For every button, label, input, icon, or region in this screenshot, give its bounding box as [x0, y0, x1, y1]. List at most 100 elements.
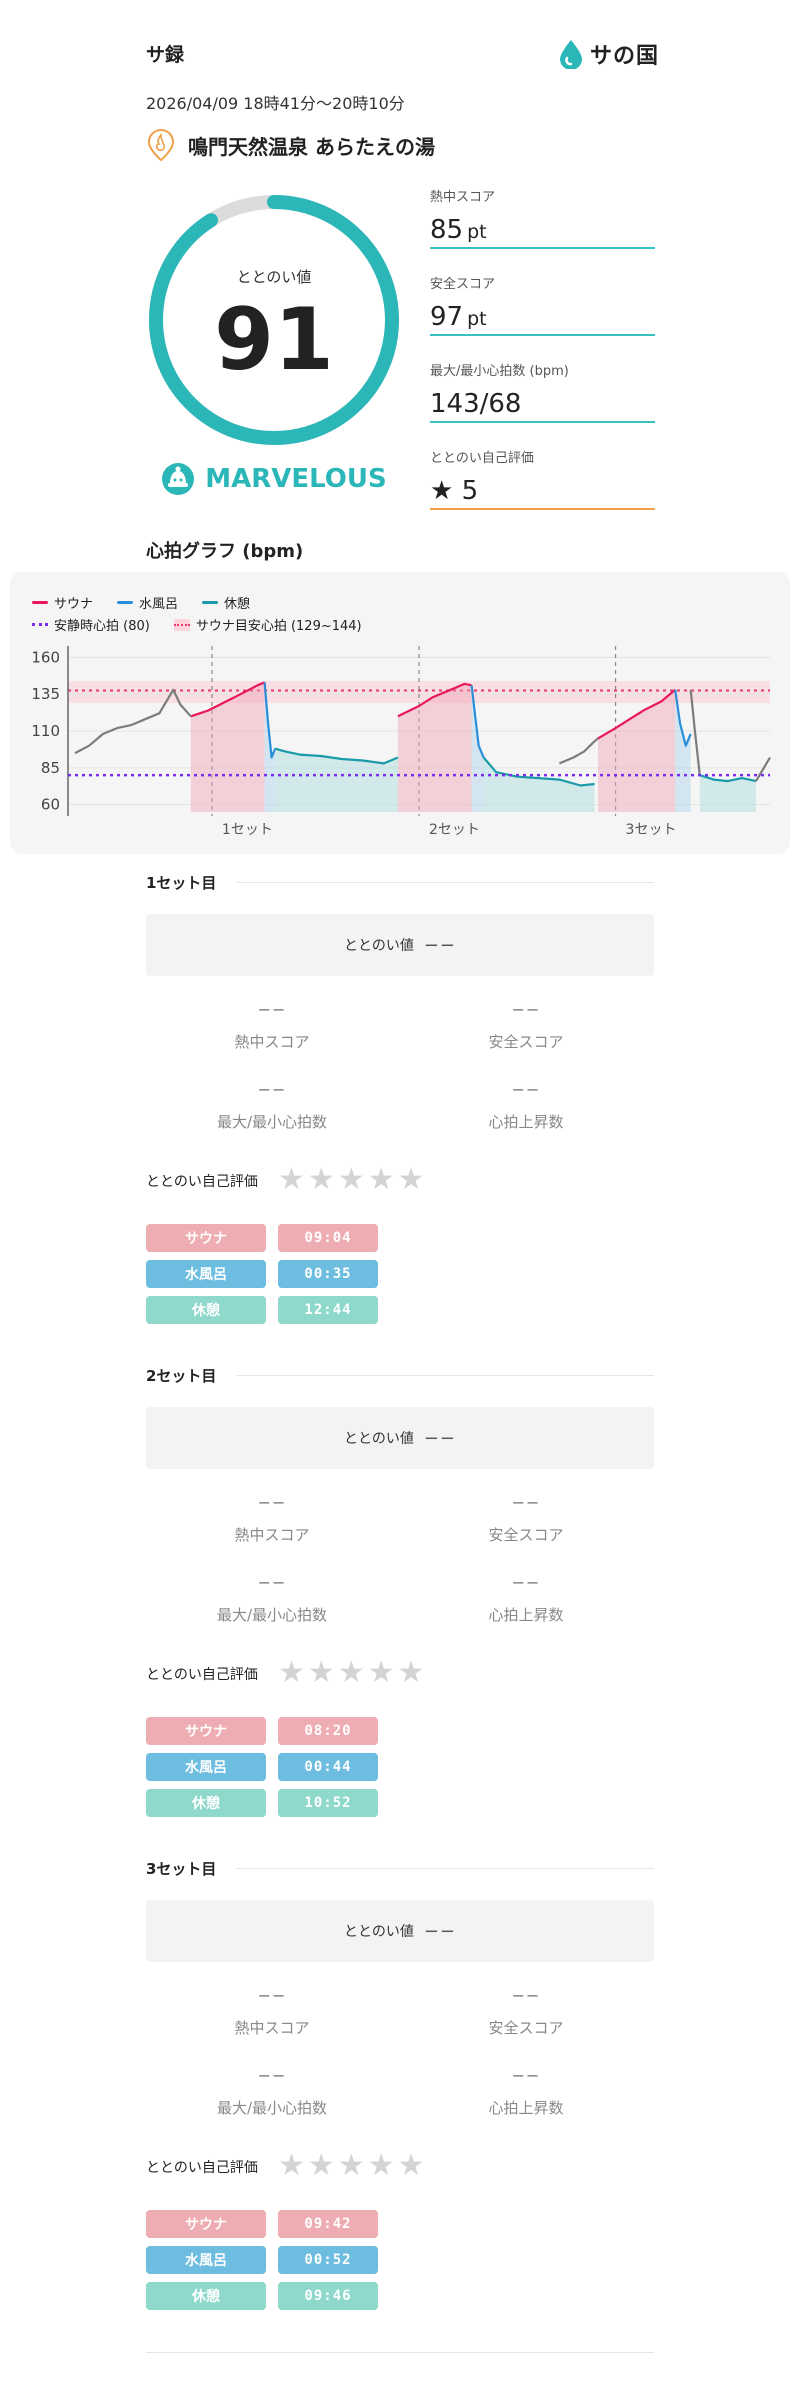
- stat-label: 熱中スコア: [234, 2019, 310, 2037]
- rating-star-icon[interactable]: ★: [338, 1165, 365, 1195]
- stat-label: 安全スコア: [488, 1033, 564, 1051]
- series-area: [397, 683, 472, 812]
- totonoi-label: ととのい値: [343, 1924, 414, 1940]
- phase-label-pill: 水風呂: [146, 2246, 266, 2274]
- score-label: 熱中スコア: [430, 190, 496, 205]
- rating-star-icon[interactable]: ★: [278, 2151, 305, 2181]
- star-icon: ★: [430, 476, 454, 506]
- legend-target-hr: サウナ目安心拍 (129~144): [173, 615, 362, 634]
- gauge-value: 91: [214, 290, 334, 390]
- set-title: 3セット目: [146, 1860, 217, 1878]
- stat-label: 心拍上昇数: [488, 1606, 564, 1624]
- set-totonoi-box: ととのい値 −−: [146, 1407, 654, 1469]
- score-safety: 安全スコア 97 pt: [430, 273, 655, 336]
- divider: [146, 2352, 654, 2353]
- rating-star-icon[interactable]: ★: [398, 2151, 425, 2181]
- stat-label: 心拍上昇数: [488, 1113, 564, 1131]
- legend-sauna: サウナ: [32, 593, 93, 612]
- set-title: 1セット目: [146, 874, 217, 892]
- self-eval-label: ととのい自己評価: [146, 1667, 258, 1683]
- divider: [236, 882, 654, 883]
- stat-value: −−: [511, 1573, 541, 1592]
- facility[interactable]: 鳴門天然温泉 あらたえの湯: [146, 128, 435, 162]
- rating-star-icon[interactable]: ★: [278, 1165, 305, 1195]
- stat-label: 熱中スコア: [234, 1033, 310, 1051]
- heart-rate-chart: 160 135 110 85 60 1セット 2セット 3セット: [31, 646, 771, 836]
- phase-time-pill: 00:52: [278, 2246, 378, 2274]
- set-title: 2セット目: [146, 1367, 217, 1385]
- rating-star-icon[interactable]: ★: [398, 1165, 425, 1195]
- sauna-hat-icon: [162, 463, 195, 495]
- stat-hr-rise: −− 心拍上昇数: [436, 1080, 616, 1132]
- self-eval-stars[interactable]: ★ ★ ★ ★ ★: [278, 1658, 425, 1688]
- series-line: [558, 737, 599, 765]
- stat-value: −−: [511, 2066, 541, 2085]
- stat-label: 最大/最小心拍数: [216, 1113, 328, 1131]
- stat-safety-score: −− 安全スコア: [436, 1986, 616, 2038]
- score-heart-rate: 最大/最小心拍数 (bpm) 143/68: [430, 360, 655, 423]
- stat-label: 心拍上昇数: [488, 2099, 564, 2117]
- totonoi-value: −−: [423, 1427, 457, 1449]
- session-date: 2026/04/09 18時41分〜20時10分: [146, 94, 405, 113]
- totonoi-value: −−: [423, 934, 457, 956]
- rating-star-icon[interactable]: ★: [368, 1165, 395, 1195]
- x-set-label: 3セット: [626, 822, 677, 836]
- score-label: ととのい自己評価: [430, 451, 534, 466]
- phase-time-pill: 10:52: [278, 1789, 378, 1817]
- stat-value: −−: [511, 1493, 541, 1512]
- rating-star-icon[interactable]: ★: [278, 1658, 305, 1688]
- rating-star-icon[interactable]: ★: [308, 1658, 335, 1688]
- rating-star-icon[interactable]: ★: [338, 2151, 365, 2181]
- stat-max-min-hr: −− 最大/最小心拍数: [182, 2066, 362, 2118]
- facility-pin-icon: [147, 128, 175, 162]
- stat-label: 安全スコア: [488, 1526, 564, 1544]
- stat-label: 熱中スコア: [234, 1526, 310, 1544]
- score-underline: [430, 508, 655, 510]
- self-eval-stars[interactable]: ★ ★ ★ ★ ★: [278, 1165, 425, 1195]
- score-self-eval: ととのい自己評価 ★ 5: [430, 447, 655, 510]
- totonoi-label: ととのい値: [343, 938, 414, 954]
- rating-star-icon[interactable]: ★: [368, 2151, 395, 2181]
- y-tick-label: 60: [41, 796, 60, 814]
- totonoi-label: ととのい値: [343, 1431, 414, 1447]
- self-eval-label: ととのい自己評価: [146, 2160, 258, 2176]
- stat-value: −−: [511, 1986, 541, 2005]
- rating-star-icon[interactable]: ★: [368, 1658, 395, 1688]
- rank-badge: MARVELOUS: [146, 462, 402, 496]
- chart-legend-2: 安静時心拍 (80) サウナ目安心拍 (129~144): [32, 615, 362, 634]
- stat-value: −−: [257, 1493, 287, 1512]
- stat-value: −−: [257, 2066, 287, 2085]
- legend-resting-hr: 安静時心拍 (80): [32, 615, 150, 634]
- set-totonoi-box: ととのい値 −−: [146, 1900, 654, 1962]
- stat-value: −−: [511, 1000, 541, 1019]
- self-eval-stars[interactable]: ★ ★ ★ ★ ★: [278, 2151, 425, 2181]
- rank-text: MARVELOUS: [205, 464, 387, 494]
- stat-value: −−: [257, 1080, 287, 1099]
- logo: サの国: [558, 38, 659, 70]
- series-line: [755, 756, 771, 782]
- facility-name: 鳴門天然温泉 あらたえの湯: [188, 134, 435, 159]
- phase-time-pill: 09:04: [278, 1224, 378, 1252]
- stat-label: 最大/最小心拍数: [216, 2099, 328, 2117]
- set-totonoi-box: ととのい値 −−: [146, 914, 654, 976]
- stat-label: 最大/最小心拍数: [216, 1606, 328, 1624]
- stat-safety-score: −− 安全スコア: [436, 1000, 616, 1052]
- score-underline: [430, 421, 655, 423]
- score-label: 最大/最小心拍数 (bpm): [430, 364, 569, 379]
- stat-max-min-hr: −− 最大/最小心拍数: [182, 1573, 362, 1625]
- phase-label-pill: 休憩: [146, 1789, 266, 1817]
- totonoi-value: −−: [423, 1920, 457, 1942]
- stat-hr-rise: −− 心拍上昇数: [436, 2066, 616, 2118]
- x-set-label: 1セット: [222, 822, 273, 836]
- stat-value: −−: [257, 1986, 287, 2005]
- rating-star-icon[interactable]: ★: [338, 1658, 365, 1688]
- y-tick-label: 135: [31, 685, 60, 703]
- rating-star-icon[interactable]: ★: [398, 1658, 425, 1688]
- rating-star-icon[interactable]: ★: [308, 1165, 335, 1195]
- score-value: 97 pt: [430, 302, 487, 332]
- legend-rest: 休憩: [202, 593, 250, 612]
- phase-label-pill: 水風呂: [146, 1753, 266, 1781]
- drop-icon: [560, 40, 582, 69]
- phase-label-pill: 水風呂: [146, 1260, 266, 1288]
- rating-star-icon[interactable]: ★: [308, 2151, 335, 2181]
